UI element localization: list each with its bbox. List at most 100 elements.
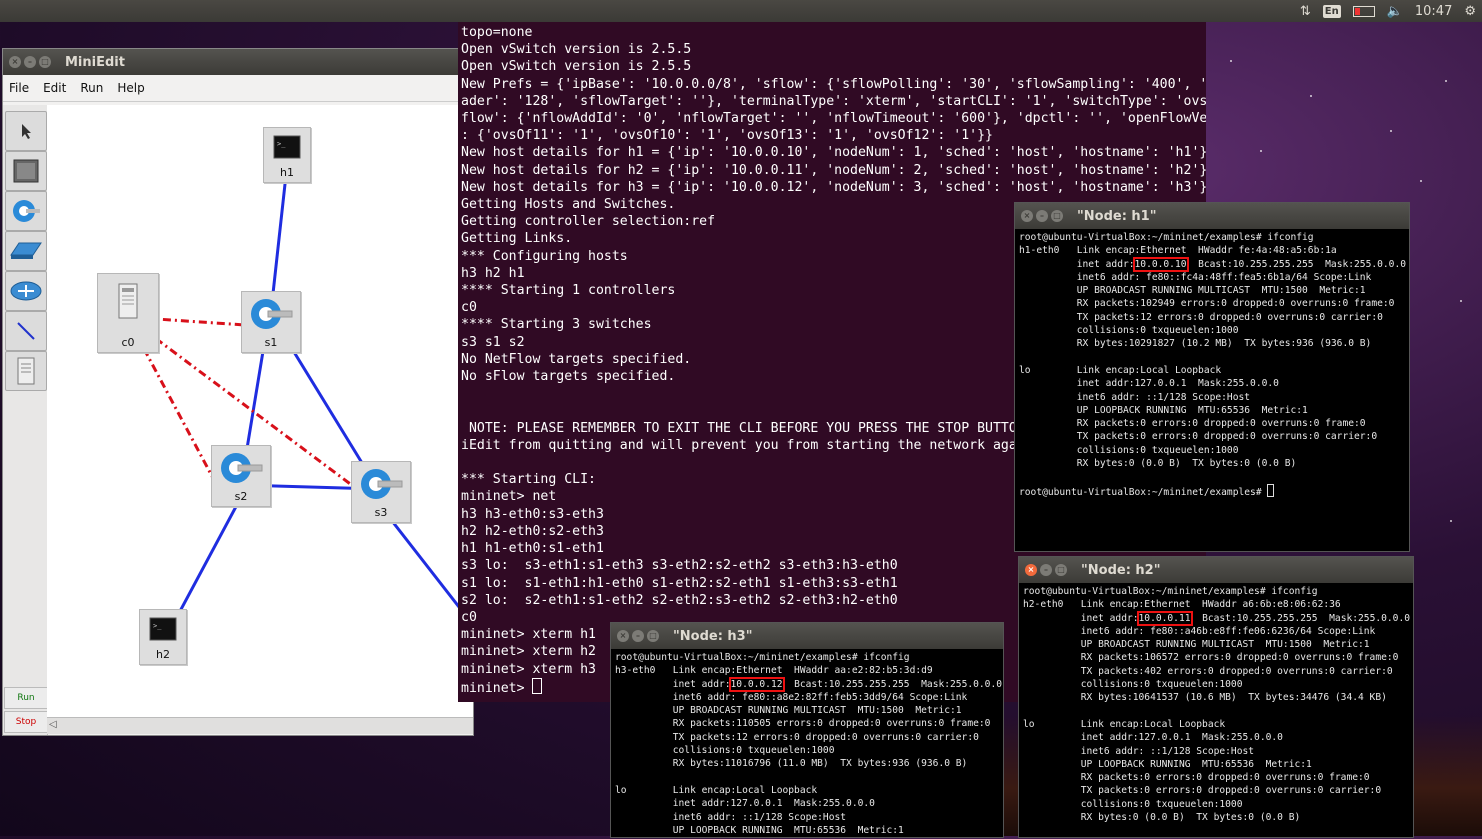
command-line: root@ubuntu-VirtualBox:~/mininet/example… (1019, 232, 1314, 243)
terminal-line: ader': '128', 'sflowTarget': ''}, 'termi… (461, 93, 1206, 109)
legacy-switch-icon (10, 242, 42, 259)
stop-button[interactable]: Stop (4, 711, 48, 733)
inet-suffix: Bcast:10.255.255.255 Mask:255.0.0.0 (1190, 612, 1411, 624)
node-s1[interactable]: s1 (241, 291, 301, 353)
terminal-line: h3 h3-eth0:s3-eth3 (461, 506, 604, 522)
controller-icon (17, 357, 35, 385)
terminal-prompt: mininet> (461, 680, 533, 696)
menu-help[interactable]: Help (111, 81, 152, 95)
battery-icon[interactable] (1352, 5, 1375, 17)
terminal-line: Open vSwitch version is 2.5.5 (461, 42, 692, 58)
terminal-line: c0 (461, 609, 477, 625)
ifconfig-body: inet6 addr: fe80::fc4a:48ff:fea5:6b1a/64… (1019, 271, 1395, 498)
run-button[interactable]: Run (4, 687, 48, 709)
terminal-line: c0 (461, 300, 477, 316)
maximize-icon[interactable]: □ (1051, 210, 1063, 222)
terminal-line: New Prefs = {'ipBase': '10.0.0.0/8', 'sf… (461, 76, 1206, 92)
switch-icon (251, 299, 293, 329)
xterm-h1-titlebar[interactable]: × – □ "Node: h1" (1015, 203, 1409, 229)
terminal-line: s3 s1 s2 (461, 334, 525, 350)
terminal-line: No sFlow targets specified. (461, 369, 676, 385)
minimize-icon[interactable]: – (24, 56, 36, 68)
maximize-icon[interactable]: □ (39, 56, 51, 68)
keyboard-layout-indicator[interactable]: En (1322, 4, 1341, 18)
xterm-h2-window[interactable]: × – □ "Node: h2" root@ubuntu-VirtualBox:… (1018, 556, 1414, 838)
minimize-icon[interactable]: – (1036, 210, 1048, 222)
terminal-line: Getting controller selection:ref (461, 214, 716, 230)
xterm-h2-output: root@ubuntu-VirtualBox:~/mininet/example… (1019, 583, 1413, 826)
terminal-line: mininet> xterm h2 (461, 644, 596, 660)
close-icon[interactable]: × (9, 56, 21, 68)
node-s2[interactable]: s2 (211, 445, 271, 507)
miniedit-titlebar[interactable]: × – □ MiniEdit (3, 49, 473, 75)
cursor (1267, 483, 1275, 497)
menubar: File Edit Run Help (3, 75, 473, 102)
terminal-line: s3 lo: s3-eth1:s1-eth3 s3-eth2:s2-eth2 s… (461, 558, 898, 574)
switch-tool[interactable] (5, 191, 47, 231)
maximize-icon[interactable]: □ (647, 630, 659, 642)
interface-name: h2-eth0 (1023, 599, 1064, 611)
xterm-h1-window[interactable]: × – □ "Node: h1" root@ubuntu-VirtualBox:… (1014, 202, 1410, 552)
switch-icon (221, 453, 263, 483)
xterm-h3-output: root@ubuntu-VirtualBox:~/mininet/example… (611, 649, 1003, 839)
window-title: "Node: h1" (1077, 208, 1157, 224)
router-tool[interactable] (5, 271, 47, 311)
node-h1[interactable]: >_ h1 (263, 127, 311, 183)
clock[interactable]: 10:47 (1415, 4, 1452, 19)
menu-file[interactable]: File (3, 81, 37, 95)
xterm-h3-titlebar[interactable]: × – □ "Node: h3" (611, 623, 1003, 649)
inet-suffix: Bcast:10.255.255.255 Mask:255.0.0.0 (782, 678, 1003, 690)
legacy-switch-tool[interactable] (5, 231, 47, 271)
terminal-line: No NetFlow targets specified. (461, 351, 692, 367)
select-tool[interactable] (5, 111, 47, 151)
xterm-h3-window[interactable]: × – □ "Node: h3" root@ubuntu-VirtualBox:… (610, 622, 1004, 838)
topology-canvas[interactable]: >_ h1 c0 s1 s2 s3 >_ h2 (47, 105, 473, 719)
terminal-line: h1 h1-eth0:s1-eth1 (461, 541, 604, 557)
node-label: h1 (280, 166, 294, 179)
cursor (532, 677, 543, 694)
host-tool[interactable] (5, 151, 47, 191)
node-h2[interactable]: >_ h2 (139, 609, 187, 665)
horizontal-scrollbar[interactable]: ◁ (47, 717, 473, 734)
controller-tool[interactable] (5, 351, 47, 391)
menu-edit[interactable]: Edit (37, 81, 74, 95)
miniedit-window: × – □ MiniEdit File Edit Run Help Run St… (2, 48, 474, 736)
netlink-tool[interactable] (5, 311, 47, 351)
close-icon[interactable]: × (1021, 210, 1033, 222)
volume-icon[interactable]: 🔈 (1387, 4, 1403, 19)
link-encap-line: Link encap:Ethernet HWaddr a6:6b:e8:06:6… (1063, 599, 1341, 611)
terminal-line: Getting Links. (461, 231, 573, 247)
terminal-line: h3 h2 h1 (461, 265, 525, 281)
terminal-line: New host details for h1 = {'ip': '10.0.0… (461, 145, 1206, 161)
terminal-line: : {'ovsOf11': '1', 'ovsOf10': '1', 'ovsO… (461, 128, 993, 144)
terminal-line: s2 lo: s2-eth1:s1-eth2 s2-eth2:s3-eth2 s… (461, 592, 898, 608)
node-c0[interactable]: c0 (97, 273, 159, 353)
pointer-icon (22, 124, 31, 139)
router-icon (10, 281, 42, 301)
link-icon (17, 322, 35, 340)
settings-gear-icon[interactable]: ⚙ (1464, 4, 1476, 19)
inet-suffix: Bcast:10.255.255.255 Mask:255.0.0.0 (1186, 258, 1407, 270)
terminal-line: Getting Hosts and Switches. (461, 197, 676, 213)
close-icon[interactable]: × (1025, 564, 1037, 576)
scroll-left-icon[interactable]: ◁ (49, 719, 57, 730)
maximize-icon[interactable]: □ (1055, 564, 1067, 576)
switch-icon (361, 469, 403, 499)
node-s3[interactable]: s3 (351, 461, 411, 523)
minimize-icon[interactable]: – (632, 630, 644, 642)
network-icon[interactable]: ⇅ (1300, 4, 1311, 19)
inet-prefix: inet addr: (1023, 612, 1139, 624)
ip-address-highlight: 10.0.0.10 (1132, 256, 1189, 272)
command-line: root@ubuntu-VirtualBox:~/mininet/example… (615, 652, 910, 663)
host-icon: >_ (149, 617, 177, 641)
xterm-h2-titlebar[interactable]: × – □ "Node: h2" (1019, 557, 1413, 583)
minimize-icon[interactable]: – (1040, 564, 1052, 576)
menu-run[interactable]: Run (74, 81, 111, 95)
terminal-line: mininet> net (461, 489, 557, 505)
terminal-line: s1 lo: s1-eth1:h1-eth0 s1-eth2:s2-eth1 s… (461, 575, 898, 591)
close-icon[interactable]: × (617, 630, 629, 642)
terminal-line: *** Configuring hosts (461, 248, 628, 264)
node-label: h2 (156, 648, 170, 661)
switch-icon (13, 200, 40, 222)
terminal-line: mininet> xterm h1 (461, 627, 596, 643)
